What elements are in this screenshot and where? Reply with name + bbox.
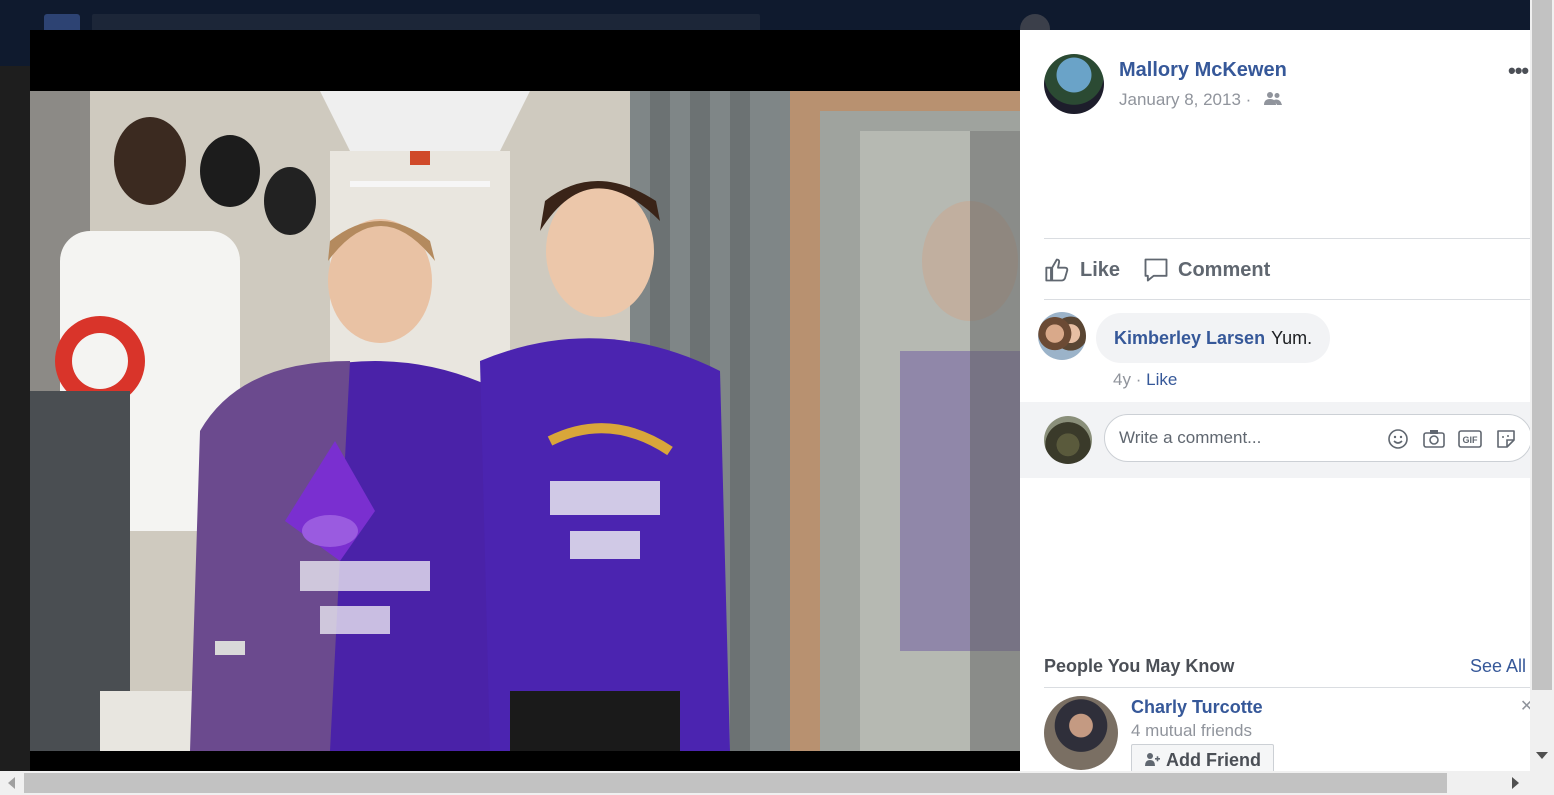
divider	[1044, 299, 1530, 300]
photo-image	[30, 91, 1020, 751]
like-icon	[1045, 258, 1069, 282]
divider	[1044, 238, 1530, 239]
scroll-down-arrow-icon[interactable]	[1536, 752, 1548, 759]
commenter-name[interactable]: Kimberley Larsen	[1114, 328, 1265, 349]
add-friend-label: Add Friend	[1166, 749, 1261, 770]
suggested-person-name[interactable]: Charly Turcotte	[1131, 697, 1263, 718]
suggested-person-avatar[interactable]	[1044, 696, 1118, 770]
sticker-icon[interactable]	[1493, 426, 1519, 452]
emoji-icon[interactable]	[1385, 426, 1411, 452]
dim-overlay	[0, 66, 30, 771]
more-options-icon[interactable]: •••	[1508, 58, 1529, 84]
comment-input-placeholder: Write a comment...	[1119, 428, 1262, 447]
current-user-avatar[interactable]	[1044, 416, 1092, 464]
mutual-friends[interactable]: 4 mutual friends	[1131, 721, 1252, 741]
divider	[1044, 687, 1530, 688]
comment-age[interactable]: 4y	[1113, 370, 1131, 389]
comment-composer: Write a comment... GIF	[1020, 402, 1530, 478]
comment-label: Comment	[1178, 258, 1271, 281]
dismiss-suggestion-icon[interactable]: ✕	[1520, 696, 1530, 716]
comment-text: Yum.	[1271, 327, 1313, 348]
camera-icon[interactable]	[1421, 426, 1447, 452]
comment-bubble: Kimberley Larsen Yum.	[1096, 313, 1331, 363]
horizontal-scrollbar[interactable]	[0, 771, 1530, 795]
like-label: Like	[1080, 258, 1121, 281]
comment-icon	[1144, 258, 1168, 282]
author-avatar[interactable]	[1044, 54, 1104, 114]
scroll-right-arrow-icon[interactable]	[1512, 777, 1519, 789]
comment-input[interactable]: Write a comment... GIF	[1104, 414, 1530, 462]
scroll-left-arrow-icon[interactable]	[8, 777, 15, 789]
comment-button[interactable]: Comment	[1142, 256, 1270, 284]
commenter-avatar[interactable]	[1038, 312, 1086, 360]
composer-tools: GIF	[1385, 426, 1519, 452]
pymk-title: People You May Know	[1044, 656, 1235, 676]
gif-icon[interactable]: GIF	[1457, 426, 1483, 452]
comment-meta: 4y · Like	[1113, 370, 1177, 390]
post-date[interactable]: January 8, 2013 ·	[1119, 90, 1251, 110]
see-all-link[interactable]: See All	[1470, 656, 1526, 677]
comment-like-link[interactable]: Like	[1146, 370, 1177, 389]
scrollbar-corner	[1530, 771, 1554, 795]
friends-icon[interactable]	[1264, 91, 1282, 107]
gif-label: GIF	[1463, 435, 1479, 445]
horizontal-scroll-thumb[interactable]	[24, 773, 1447, 793]
add-friend-icon	[1145, 753, 1160, 766]
photo-sidebar: Mallory McKewen January 8, 2013 · ••• Li…	[1020, 30, 1530, 771]
vertical-scroll-thumb[interactable]	[1532, 0, 1552, 690]
like-button[interactable]: Like	[1044, 256, 1120, 284]
comment-meta-separator: ·	[1135, 370, 1142, 389]
add-friend-button[interactable]: Add Friend	[1131, 744, 1274, 771]
author-name[interactable]: Mallory McKewen	[1119, 59, 1287, 82]
vertical-scrollbar[interactable]	[1530, 0, 1554, 771]
photo-viewer[interactable]	[30, 30, 1020, 771]
